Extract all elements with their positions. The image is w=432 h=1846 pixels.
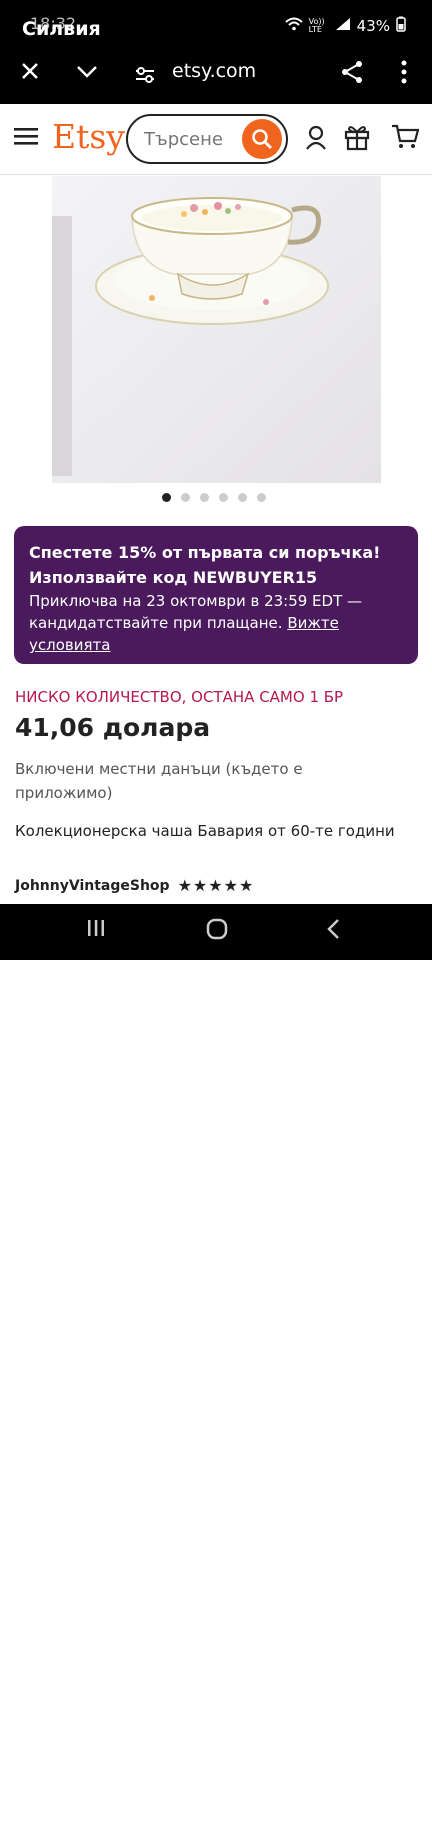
search-input[interactable] [142, 128, 242, 151]
wifi-icon [284, 17, 303, 35]
status-icons: Vo)) LTE 43% [284, 16, 406, 36]
product-image[interactable] [52, 176, 381, 483]
recent-apps-icon[interactable] [86, 918, 106, 944]
shop-row[interactable]: JohnnyVintageShop ★★★★★ [15, 876, 254, 895]
search-button[interactable] [242, 119, 282, 159]
gallery-dot[interactable] [219, 493, 228, 502]
back-icon[interactable] [326, 918, 340, 946]
volte-label: Vo)) LTE [308, 17, 325, 34]
status-bar: 18:32 Силвия Vo)) LTE 43% [0, 0, 432, 48]
gallery-dot[interactable] [200, 493, 209, 502]
search-icon [252, 129, 272, 149]
chevron-down-icon[interactable] [76, 58, 98, 88]
bazar-watermark: BAZAR [345, 1822, 422, 1846]
search-box[interactable] [126, 114, 288, 164]
etsy-logo[interactable]: Etsy [52, 117, 125, 156]
product-title: Колекционерска чаша Бавария от 60-те год… [15, 822, 395, 840]
gallery-dot[interactable] [257, 493, 266, 502]
more-vert-icon[interactable] [400, 60, 408, 91]
cart-icon[interactable] [391, 124, 420, 154]
product-price: 41,06 долара [15, 713, 211, 742]
signal-icon [335, 17, 351, 35]
account-icon[interactable] [305, 125, 327, 155]
battery-percent: 43% [356, 17, 390, 35]
promo-code-line: Използвайте код NEWBUYER15 [29, 568, 318, 587]
promo-banner: Спестете 15% от първата си поръчка! Изпо… [14, 526, 418, 664]
close-icon[interactable] [20, 58, 40, 88]
hamburger-menu-icon[interactable] [14, 126, 38, 150]
url-text[interactable]: etsy.com [172, 60, 256, 82]
tune-icon[interactable] [134, 62, 156, 92]
tax-note: Включени местни данъци (където е приложи… [15, 760, 303, 802]
share-icon[interactable] [340, 60, 364, 91]
gallery-dots [162, 493, 266, 502]
site-header: Etsy [0, 104, 432, 175]
gallery-dot[interactable] [181, 493, 190, 502]
gallery-dot[interactable] [238, 493, 247, 502]
browser-toolbar: etsy.com [0, 48, 432, 104]
shop-name[interactable]: JohnnyVintageShop [15, 878, 170, 894]
promo-headline: Спестете 15% от първата си поръчка! [29, 543, 381, 562]
promo-terms: Приключва на 23 октомври в 23:59 EDT — к… [29, 590, 404, 656]
low-stock-notice: НИСКО КОЛИЧЕСТВО, ОСТАНА САМО 1 БР [15, 688, 344, 706]
battery-icon [396, 16, 406, 36]
gallery-dot[interactable] [162, 493, 171, 502]
star-rating: ★★★★★ [177, 876, 255, 895]
gift-icon[interactable] [344, 123, 370, 155]
teacup-image [52, 176, 381, 483]
android-nav-bar: BAZAR [0, 904, 432, 1846]
caller-name: Силвия [22, 18, 101, 40]
home-icon[interactable] [206, 918, 228, 946]
